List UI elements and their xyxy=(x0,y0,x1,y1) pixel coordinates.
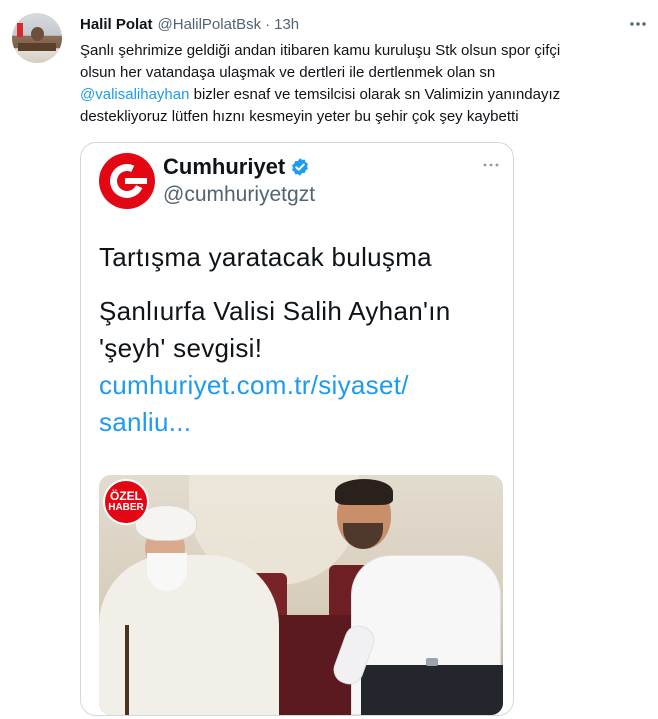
tweet-text-line: Şanlı şehrimize geldiği andan itibaren k… xyxy=(80,42,561,59)
photo-cane xyxy=(125,625,129,715)
author-handle[interactable]: @HalilPolatBsk xyxy=(158,16,262,33)
author-name[interactable]: Halil Polat xyxy=(80,16,153,33)
photo-watch xyxy=(426,658,438,666)
tweet-text-line: destekliyoruz lütfen hıznı kesmeyin yete… xyxy=(80,108,519,125)
separator-dot: · xyxy=(265,15,271,33)
avatar-flag xyxy=(17,23,23,37)
cumhuriyet-logo-icon xyxy=(99,153,155,209)
news-photo: ÖZEL HABER xyxy=(99,475,503,715)
embedded-headline: Tartışma yaratacak buluşma xyxy=(99,242,432,272)
tweet-text-line: olsun her vatandaşa ulaşmak ve dertleri … xyxy=(80,64,496,81)
more-horizontal-icon xyxy=(630,22,646,26)
embedded-body: Şanlıurfa Valisi Salih Ayhan'ın 'şeyh' s… xyxy=(99,293,504,441)
ozel-haber-badge: ÖZEL HABER xyxy=(103,479,149,525)
badge-line: HABER xyxy=(108,502,144,513)
tweet-timestamp[interactable]: 13h xyxy=(274,16,299,33)
avatar-person xyxy=(31,27,44,41)
badge-line: ÖZEL xyxy=(110,489,142,503)
embedded-account-name-row: Cumhuriyet xyxy=(163,154,310,180)
tweet[interactable]: Halil Polat @HalilPolatBsk · 13h Şanlı ş… xyxy=(0,0,658,719)
tweet-text: Şanlı şehrimize geldiği andan itibaren k… xyxy=(80,40,640,128)
tweet-header: Halil Polat @HalilPolatBsk · 13h xyxy=(80,13,299,35)
logo-bar xyxy=(125,178,147,184)
embedded-body-line: Şanlıurfa Valisi Salih Ayhan'ın xyxy=(99,296,451,326)
author-avatar[interactable] xyxy=(12,13,62,63)
mention-link[interactable]: @valisalihayhan xyxy=(80,86,189,103)
embedded-image-card[interactable]: Cumhuriyet @cumhuriyetgzt Tartışma yarat… xyxy=(80,142,514,716)
embedded-account-name: Cumhuriyet xyxy=(163,154,286,179)
embedded-body-line: 'şeyh' sevgisi! xyxy=(99,333,263,363)
tweet-text-line: @valisalihayhan bizler esnaf ve temsilci… xyxy=(80,84,640,106)
more-horizontal-icon xyxy=(483,163,499,167)
embedded-account-handle: @cumhuriyetgzt xyxy=(163,183,316,206)
embedded-link: cumhuriyet.com.tr/siyaset/ xyxy=(99,370,409,400)
verified-badge-icon xyxy=(292,158,309,176)
avatar-desk xyxy=(18,43,56,51)
embedded-link: sanliu... xyxy=(99,407,192,437)
tweet-text-fragment: bizler esnaf ve temsilcisi olarak sn Val… xyxy=(189,86,561,103)
embedded-more-icon xyxy=(479,157,503,173)
photo-governor-legs xyxy=(361,665,503,715)
tweet-more-button[interactable] xyxy=(626,14,650,34)
photo-governor-hair xyxy=(335,479,393,505)
